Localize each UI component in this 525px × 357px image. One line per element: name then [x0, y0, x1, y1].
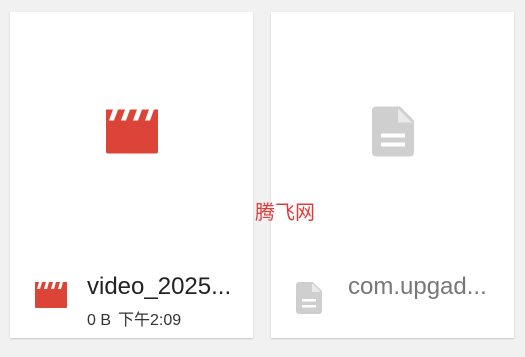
file-card-video[interactable]: video_2025... 0 B 下午2:09: [10, 12, 253, 338]
file-time: 下午2:09: [118, 312, 182, 329]
file-name: video_2025...: [87, 273, 232, 300]
clapperboard-icon: [105, 109, 158, 159]
file-name: com.upgad...: [348, 273, 487, 300]
watermark-text: 腾飞网: [255, 200, 315, 224]
file-meta: 0 B 下午2:09: [87, 306, 181, 330]
file-size: 0 B: [87, 312, 112, 329]
document-icon: [296, 282, 322, 319]
clapperboard-icon: [35, 282, 67, 313]
document-icon: [371, 106, 414, 162]
file-card-document[interactable]: com.upgad...: [271, 12, 514, 338]
